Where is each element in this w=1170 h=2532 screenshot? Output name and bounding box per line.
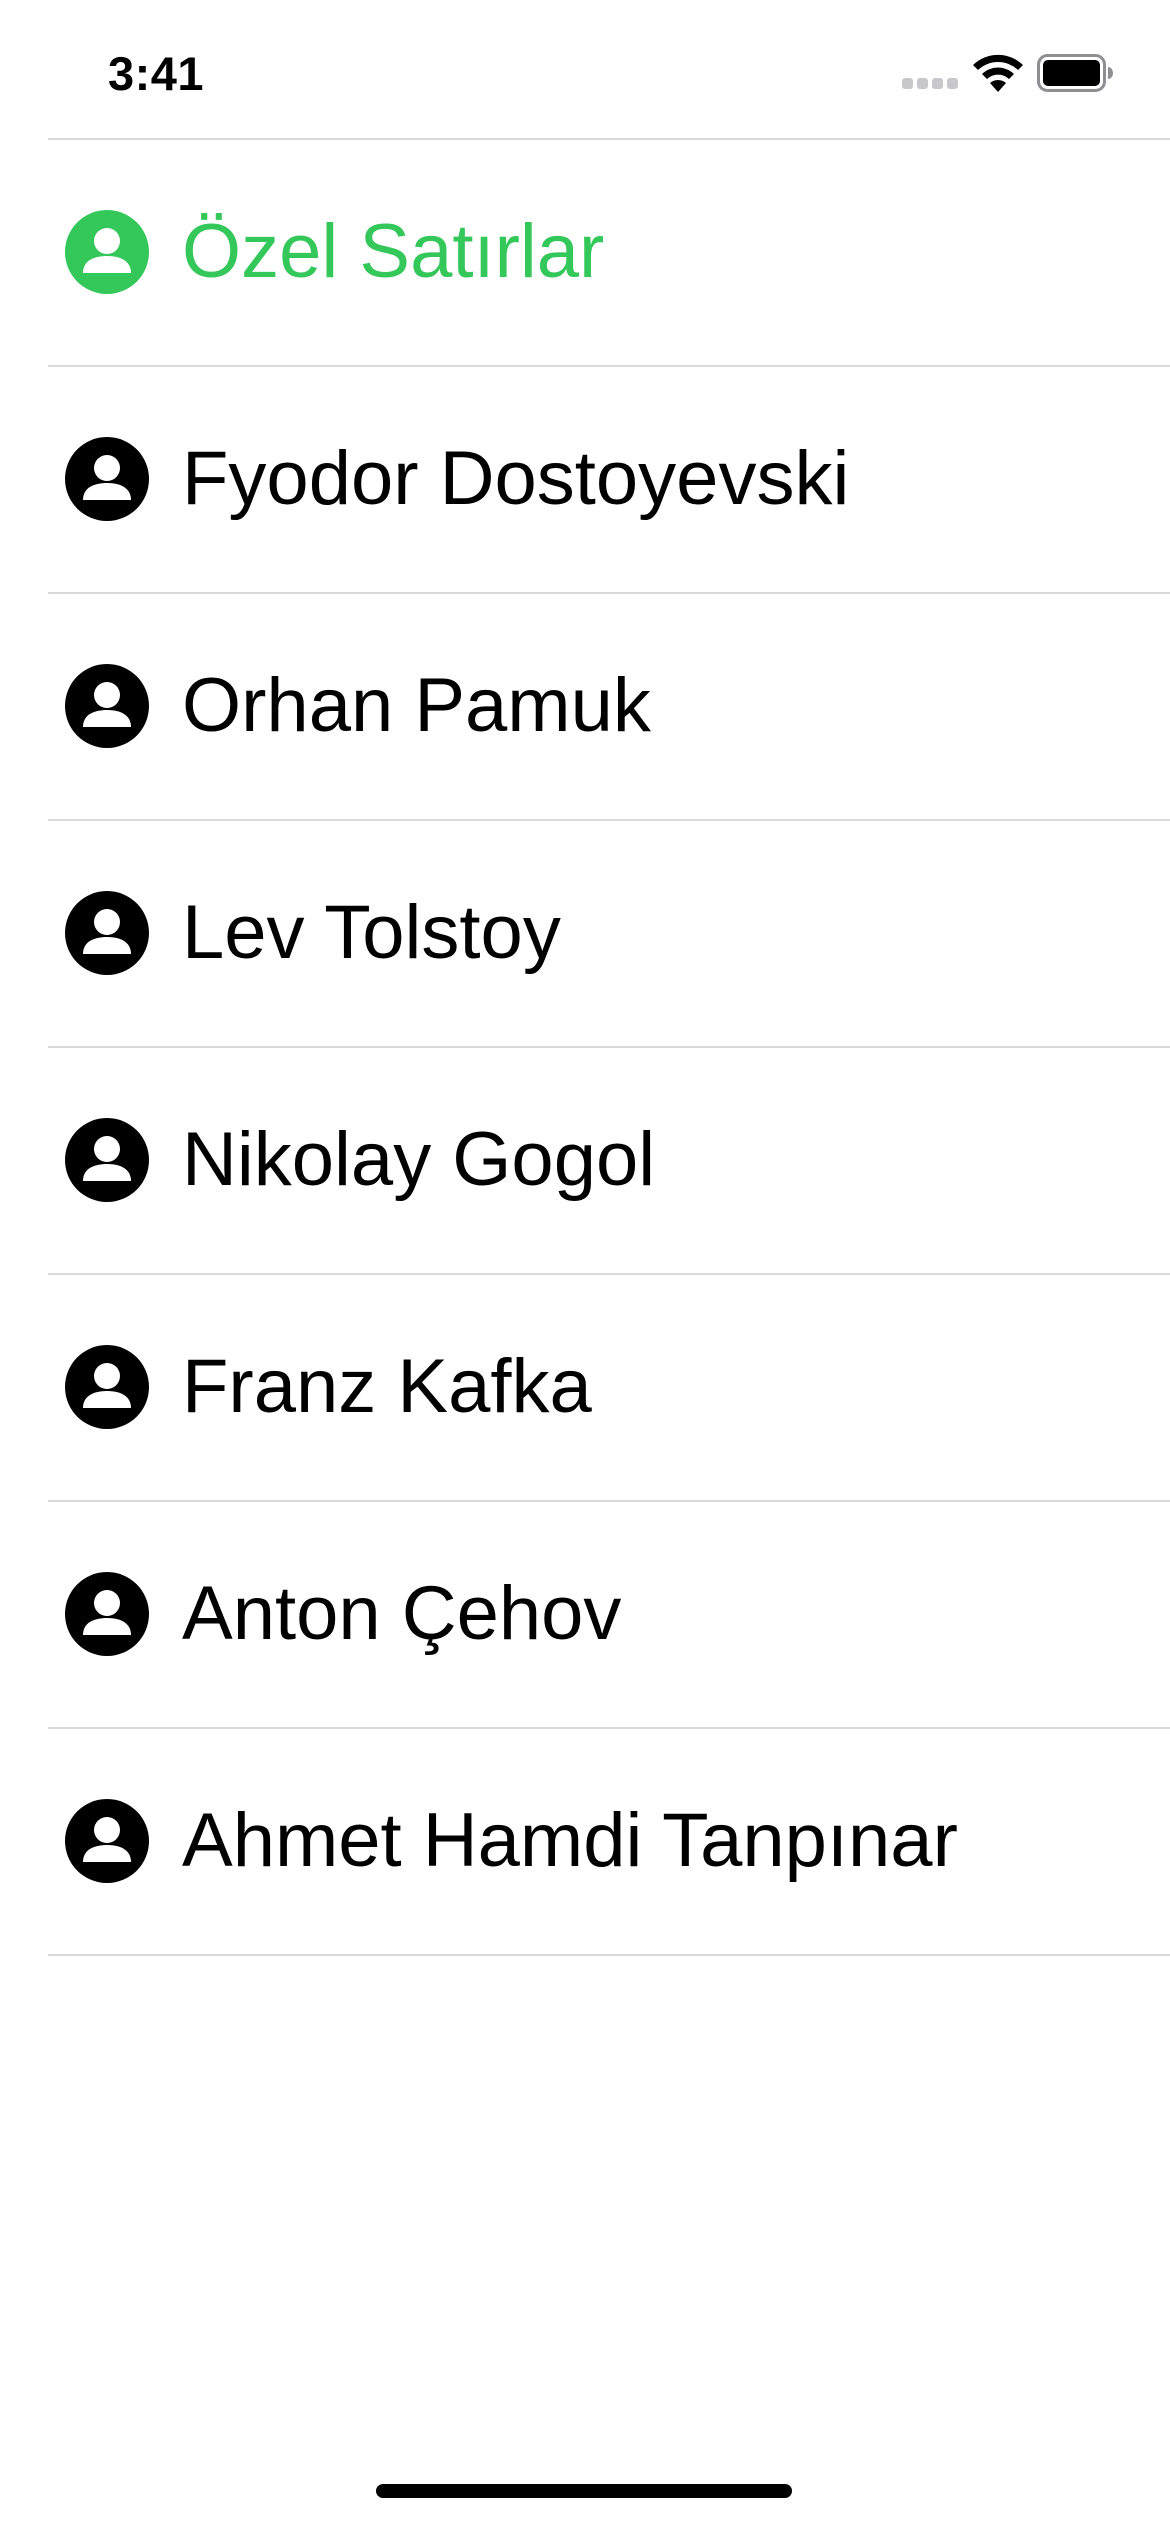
battery-full-icon bbox=[1037, 54, 1113, 92]
list-item-label: Franz Kafka bbox=[182, 1344, 592, 1429]
list-item[interactable]: Franz Kafka bbox=[48, 1275, 1170, 1502]
person-circle-icon bbox=[65, 437, 149, 521]
person-circle-icon bbox=[65, 1572, 149, 1656]
list-item[interactable]: Lev Tolstoy bbox=[48, 821, 1170, 1048]
author-list: Özel Satırlar Fyodor Dostoyevski Orhan P… bbox=[0, 140, 1170, 1956]
person-circle-icon bbox=[65, 891, 149, 975]
list-item[interactable]: Ahmet Hamdi Tanpınar bbox=[48, 1729, 1170, 1956]
person-circle-icon bbox=[65, 210, 149, 294]
wifi-icon bbox=[973, 54, 1023, 92]
person-circle-icon bbox=[65, 664, 149, 748]
list-item-label: Nikolay Gogol bbox=[182, 1117, 656, 1202]
person-circle-icon bbox=[65, 1345, 149, 1429]
list-item-label: Ahmet Hamdi Tanpınar bbox=[182, 1798, 958, 1883]
list-item-label: Orhan Pamuk bbox=[182, 663, 651, 748]
status-time: 3:41 bbox=[108, 47, 205, 100]
person-circle-icon bbox=[65, 1799, 149, 1883]
list-item-label: Özel Satırlar bbox=[182, 209, 605, 294]
list-item-label: Lev Tolstoy bbox=[182, 890, 561, 975]
status-bar: 3:41 bbox=[0, 0, 1170, 140]
list-item-label: Fyodor Dostoyevski bbox=[182, 436, 850, 521]
list-item[interactable]: Orhan Pamuk bbox=[48, 594, 1170, 821]
cellular-signal-icon bbox=[902, 78, 958, 92]
home-indicator[interactable] bbox=[376, 2484, 792, 2498]
list-item-custom-rows[interactable]: Özel Satırlar bbox=[48, 140, 1170, 367]
list-item[interactable]: Anton Çehov bbox=[48, 1502, 1170, 1729]
list-item[interactable]: Nikolay Gogol bbox=[48, 1048, 1170, 1275]
list-item[interactable]: Fyodor Dostoyevski bbox=[48, 367, 1170, 594]
list-item-label: Anton Çehov bbox=[182, 1571, 622, 1656]
person-circle-icon bbox=[65, 1118, 149, 1202]
